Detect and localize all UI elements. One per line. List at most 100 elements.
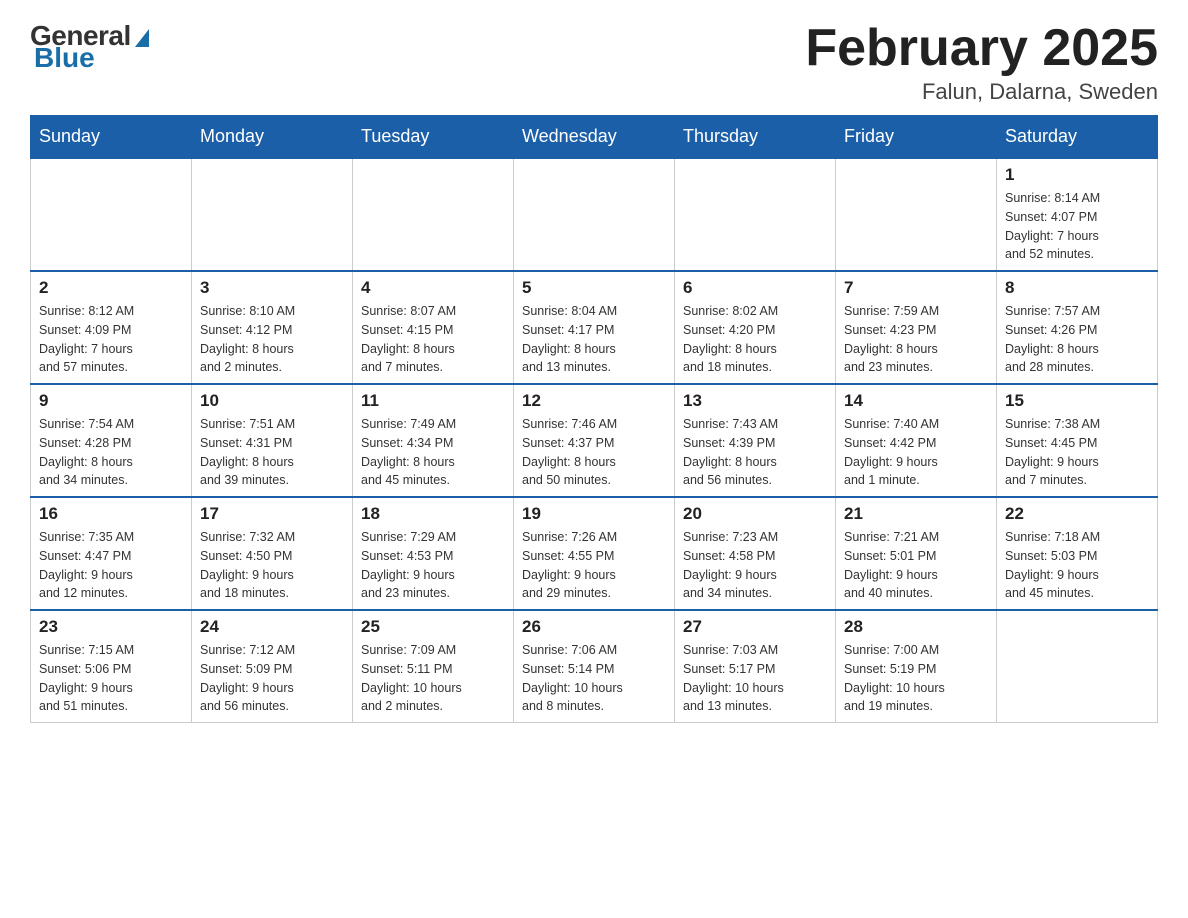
- day-info: Sunrise: 7:40 AMSunset: 4:42 PMDaylight:…: [844, 415, 988, 490]
- day-number: 19: [522, 504, 666, 524]
- day-number: 20: [683, 504, 827, 524]
- calendar-cell: 22 Sunrise: 7:18 AMSunset: 5:03 PMDayligh…: [997, 497, 1158, 610]
- day-number: 1: [1005, 165, 1149, 185]
- week-row-3: 9 Sunrise: 7:54 AMSunset: 4:28 PMDaylight…: [31, 384, 1158, 497]
- calendar-header-row: SundayMondayTuesdayWednesdayThursdayFrid…: [31, 116, 1158, 159]
- day-info: Sunrise: 7:43 AMSunset: 4:39 PMDaylight:…: [683, 415, 827, 490]
- day-number: 4: [361, 278, 505, 298]
- calendar-header-wednesday: Wednesday: [514, 116, 675, 159]
- day-number: 16: [39, 504, 183, 524]
- calendar-cell: 28 Sunrise: 7:00 AMSunset: 5:19 PMDayligh…: [836, 610, 997, 723]
- day-info: Sunrise: 8:12 AMSunset: 4:09 PMDaylight:…: [39, 302, 183, 377]
- day-info: Sunrise: 7:35 AMSunset: 4:47 PMDaylight:…: [39, 528, 183, 603]
- day-number: 18: [361, 504, 505, 524]
- calendar-cell: 9 Sunrise: 7:54 AMSunset: 4:28 PMDaylight…: [31, 384, 192, 497]
- day-number: 9: [39, 391, 183, 411]
- calendar-cell: [192, 158, 353, 271]
- calendar-header-saturday: Saturday: [997, 116, 1158, 159]
- calendar-cell: [836, 158, 997, 271]
- day-number: 15: [1005, 391, 1149, 411]
- day-number: 17: [200, 504, 344, 524]
- calendar-cell: 19 Sunrise: 7:26 AMSunset: 4:55 PMDayligh…: [514, 497, 675, 610]
- calendar-cell: 25 Sunrise: 7:09 AMSunset: 5:11 PMDayligh…: [353, 610, 514, 723]
- day-number: 27: [683, 617, 827, 637]
- logo-blue-text: Blue: [34, 42, 95, 74]
- calendar-cell: [353, 158, 514, 271]
- logo: General Blue: [30, 20, 149, 74]
- week-row-2: 2 Sunrise: 8:12 AMSunset: 4:09 PMDaylight…: [31, 271, 1158, 384]
- calendar-cell: 8 Sunrise: 7:57 AMSunset: 4:26 PMDaylight…: [997, 271, 1158, 384]
- calendar-cell: 3Sunrise: 8:10 AMSunset: 4:12 PMDaylight…: [192, 271, 353, 384]
- calendar-cell: 27 Sunrise: 7:03 AMSunset: 5:17 PMDayligh…: [675, 610, 836, 723]
- day-number: 5: [522, 278, 666, 298]
- calendar-header-friday: Friday: [836, 116, 997, 159]
- day-number: 12: [522, 391, 666, 411]
- day-info: Sunrise: 7:23 AMSunset: 4:58 PMDaylight:…: [683, 528, 827, 603]
- day-number: 23: [39, 617, 183, 637]
- logo-triangle-icon: [135, 29, 149, 47]
- calendar-cell: 21Sunrise: 7:21 AMSunset: 5:01 PMDayligh…: [836, 497, 997, 610]
- day-number: 26: [522, 617, 666, 637]
- day-number: 28: [844, 617, 988, 637]
- day-number: 13: [683, 391, 827, 411]
- calendar-cell: [514, 158, 675, 271]
- day-number: 10: [200, 391, 344, 411]
- day-number: 8: [1005, 278, 1149, 298]
- day-number: 7: [844, 278, 988, 298]
- calendar-cell: 23 Sunrise: 7:15 AMSunset: 5:06 PMDayligh…: [31, 610, 192, 723]
- day-info: Sunrise: 8:04 AMSunset: 4:17 PMDaylight:…: [522, 302, 666, 377]
- calendar-cell: 15 Sunrise: 7:38 AMSunset: 4:45 PMDayligh…: [997, 384, 1158, 497]
- calendar-cell: 20 Sunrise: 7:23 AMSunset: 4:58 PMDayligh…: [675, 497, 836, 610]
- calendar-cell: 18 Sunrise: 7:29 AMSunset: 4:53 PMDayligh…: [353, 497, 514, 610]
- day-number: 3: [200, 278, 344, 298]
- day-number: 14: [844, 391, 988, 411]
- calendar-cell: [31, 158, 192, 271]
- day-number: 2: [39, 278, 183, 298]
- calendar-cell: 10 Sunrise: 7:51 AMSunset: 4:31 PMDayligh…: [192, 384, 353, 497]
- day-number: 24: [200, 617, 344, 637]
- day-info: Sunrise: 7:21 AMSunset: 5:01 PMDaylight:…: [844, 528, 988, 603]
- calendar-cell: 12 Sunrise: 7:46 AMSunset: 4:37 PMDayligh…: [514, 384, 675, 497]
- day-info: Sunrise: 7:32 AMSunset: 4:50 PMDaylight:…: [200, 528, 344, 603]
- page-header: General Blue February 2025 Falun, Dalarn…: [30, 20, 1158, 105]
- day-info: Sunrise: 7:49 AMSunset: 4:34 PMDaylight:…: [361, 415, 505, 490]
- calendar-cell: 16 Sunrise: 7:35 AMSunset: 4:47 PMDayligh…: [31, 497, 192, 610]
- day-info: Sunrise: 7:29 AMSunset: 4:53 PMDaylight:…: [361, 528, 505, 603]
- day-number: 22: [1005, 504, 1149, 524]
- calendar-cell: 7 Sunrise: 7:59 AMSunset: 4:23 PMDaylight…: [836, 271, 997, 384]
- day-info: Sunrise: 7:26 AMSunset: 4:55 PMDaylight:…: [522, 528, 666, 603]
- day-info: Sunrise: 7:59 AMSunset: 4:23 PMDaylight:…: [844, 302, 988, 377]
- day-info: Sunrise: 7:15 AMSunset: 5:06 PMDaylight:…: [39, 641, 183, 716]
- calendar-cell: 26 Sunrise: 7:06 AMSunset: 5:14 PMDayligh…: [514, 610, 675, 723]
- day-info: Sunrise: 7:54 AMSunset: 4:28 PMDaylight:…: [39, 415, 183, 490]
- day-info: Sunrise: 7:46 AMSunset: 4:37 PMDaylight:…: [522, 415, 666, 490]
- calendar-header-tuesday: Tuesday: [353, 116, 514, 159]
- calendar-cell: 17 Sunrise: 7:32 AMSunset: 4:50 PMDayligh…: [192, 497, 353, 610]
- week-row-4: 16 Sunrise: 7:35 AMSunset: 4:47 PMDayligh…: [31, 497, 1158, 610]
- calendar-header-thursday: Thursday: [675, 116, 836, 159]
- day-info: Sunrise: 8:14 AMSunset: 4:07 PMDaylight:…: [1005, 189, 1149, 264]
- calendar-cell: [675, 158, 836, 271]
- day-info: Sunrise: 7:38 AMSunset: 4:45 PMDaylight:…: [1005, 415, 1149, 490]
- week-row-5: 23 Sunrise: 7:15 AMSunset: 5:06 PMDayligh…: [31, 610, 1158, 723]
- day-info: Sunrise: 7:57 AMSunset: 4:26 PMDaylight:…: [1005, 302, 1149, 377]
- day-info: Sunrise: 7:51 AMSunset: 4:31 PMDaylight:…: [200, 415, 344, 490]
- month-title: February 2025: [805, 20, 1158, 77]
- week-row-1: 1 Sunrise: 8:14 AMSunset: 4:07 PMDaylight…: [31, 158, 1158, 271]
- day-number: 11: [361, 391, 505, 411]
- location-label: Falun, Dalarna, Sweden: [805, 79, 1158, 105]
- day-info: Sunrise: 7:06 AMSunset: 5:14 PMDaylight:…: [522, 641, 666, 716]
- calendar-cell: 4 Sunrise: 8:07 AMSunset: 4:15 PMDaylight…: [353, 271, 514, 384]
- day-number: 25: [361, 617, 505, 637]
- day-info: Sunrise: 7:18 AMSunset: 5:03 PMDaylight:…: [1005, 528, 1149, 603]
- calendar-cell: 5 Sunrise: 8:04 AMSunset: 4:17 PMDaylight…: [514, 271, 675, 384]
- day-info: Sunrise: 7:09 AMSunset: 5:11 PMDaylight:…: [361, 641, 505, 716]
- calendar-cell: 6Sunrise: 8:02 AMSunset: 4:20 PMDaylight…: [675, 271, 836, 384]
- day-info: Sunrise: 7:03 AMSunset: 5:17 PMDaylight:…: [683, 641, 827, 716]
- title-section: February 2025 Falun, Dalarna, Sweden: [805, 20, 1158, 105]
- day-info: Sunrise: 8:02 AMSunset: 4:20 PMDaylight:…: [683, 302, 827, 377]
- calendar-cell: 11 Sunrise: 7:49 AMSunset: 4:34 PMDayligh…: [353, 384, 514, 497]
- day-info: Sunrise: 8:07 AMSunset: 4:15 PMDaylight:…: [361, 302, 505, 377]
- day-info: Sunrise: 7:12 AMSunset: 5:09 PMDaylight:…: [200, 641, 344, 716]
- day-info: Sunrise: 7:00 AMSunset: 5:19 PMDaylight:…: [844, 641, 988, 716]
